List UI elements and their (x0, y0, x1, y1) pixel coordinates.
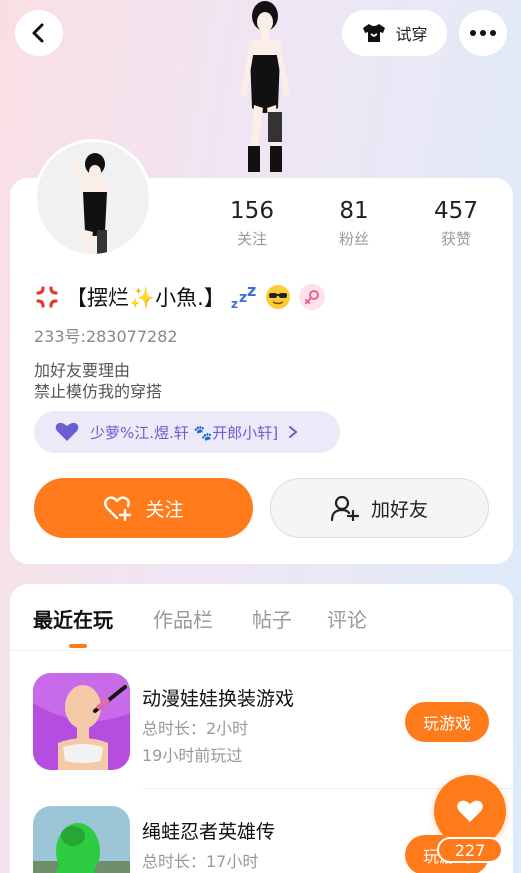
bio-line-2: 禁止模仿我的穿搭 (34, 382, 163, 401)
tryon-button[interactable]: 试穿 (342, 10, 447, 56)
stat-value: 457 (434, 198, 478, 224)
chevron-right-icon (289, 426, 298, 438)
game-duration: 总时长：2小时 (142, 719, 249, 738)
svg-text:z: z (239, 290, 247, 306)
profile-name: 【摆烂✨小魚.】 (66, 286, 225, 310)
anger-icon (36, 286, 58, 308)
female-icon (304, 290, 319, 304)
heart-icon (55, 422, 79, 441)
stat-following[interactable]: 156 关注 (207, 198, 297, 249)
tab-recent-played[interactable]: 最近在玩 (33, 604, 113, 633)
stat-label: 关注 (236, 230, 267, 248)
sleep-zzz-icon: zzz (231, 283, 256, 311)
game-title[interactable]: 动漫娃娃换装游戏 (142, 684, 294, 711)
user-id: 233号:283077282 (34, 323, 178, 347)
stat-label: 粉丝 (338, 230, 369, 248)
tab-indicator (69, 644, 87, 648)
svg-text:z: z (247, 283, 256, 300)
game-icon-dress-up[interactable] (33, 673, 130, 770)
stat-value: 81 (339, 198, 369, 224)
add-friend-button[interactable]: 加好友 (270, 478, 489, 538)
tab-comments[interactable]: 评论 (327, 604, 367, 633)
female-badge (298, 284, 325, 310)
profile-name-row: 【摆烂✨小魚.】 zzz (34, 282, 325, 312)
stat-value: 156 (230, 198, 274, 224)
back-button[interactable] (15, 10, 63, 56)
heart-plus-icon (104, 496, 132, 521)
tab-posts[interactable]: 帖子 (252, 604, 292, 633)
shirt-icon (363, 24, 386, 42)
relation-pill[interactable]: 少萝%江.煜.轩 🐾开郎小轩] (34, 411, 340, 453)
rope-frog-thumbnail (33, 806, 130, 873)
follow-label: 关注 (145, 498, 184, 521)
game-icon-rope-frog[interactable] (33, 806, 130, 873)
relation-text: 少萝%江.煜.轩 🐾开郎小轩] (90, 423, 279, 442)
tabs-divider (10, 650, 513, 651)
doll-makeup-thumbnail (33, 673, 130, 770)
chevron-left-icon (32, 23, 44, 43)
stat-label: 获赞 (440, 230, 471, 248)
game-last-played: 19小时前玩过 (142, 746, 243, 765)
uid-label: 233号: (34, 327, 86, 346)
follow-button[interactable]: 关注 (34, 478, 253, 538)
more-button[interactable] (459, 10, 507, 56)
play-game-button[interactable]: 玩游戏 (405, 702, 489, 742)
tryon-label: 试穿 (395, 25, 428, 44)
avatar-figure (37, 142, 149, 254)
uid-value: 283077282 (85, 327, 178, 346)
game-title[interactable]: 绳蛙忍者英雄传 (142, 817, 275, 844)
add-user-icon (330, 495, 359, 521)
avatar-fullbody-figure (240, 1, 290, 172)
heart-icon (457, 800, 483, 822)
more-dots-icon (470, 30, 496, 36)
add-friend-label: 加好友 (370, 498, 428, 521)
like-count-badge: 227 (437, 837, 503, 863)
stat-fans[interactable]: 81 粉丝 (309, 198, 399, 249)
svg-text:z: z (231, 297, 238, 311)
avatar[interactable] (34, 139, 152, 257)
stat-likes[interactable]: 457 获赞 (411, 198, 501, 249)
game-duration: 总时长：17小时 (142, 852, 259, 871)
sunglasses-emoji-icon (265, 285, 290, 309)
tab-works[interactable]: 作品栏 (153, 604, 213, 633)
